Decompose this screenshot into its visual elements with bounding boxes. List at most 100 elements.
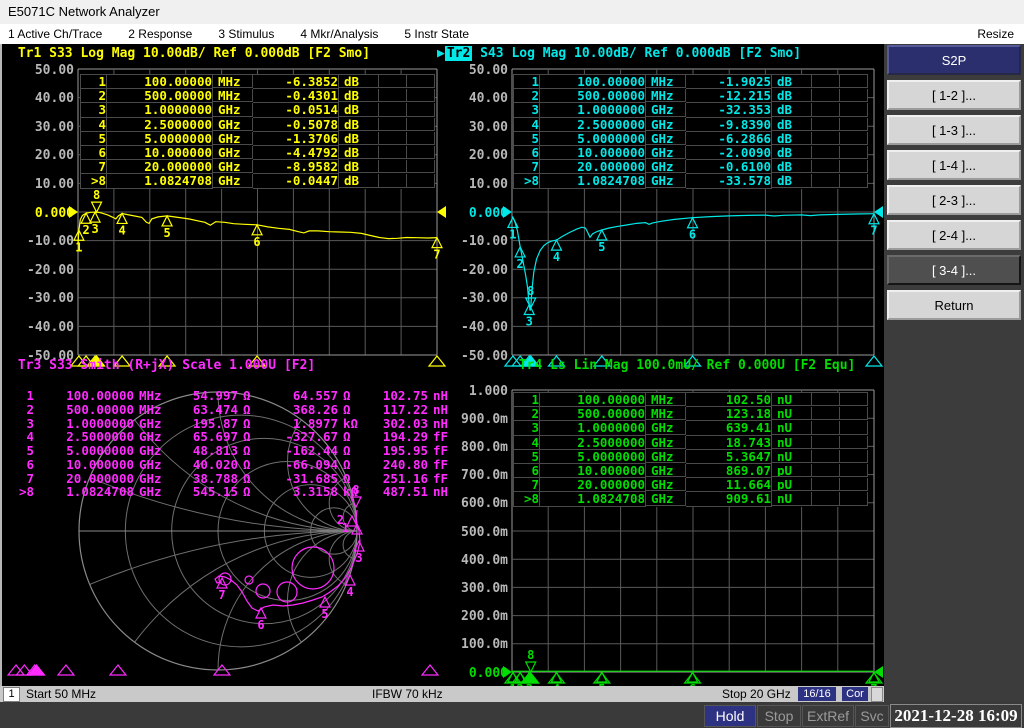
stimulus-marker[interactable] [420,664,440,676]
marker-table-cell: dB [772,131,812,145]
marker-6-label: 6 [253,235,260,249]
marker-table-cell: 64.557 [292,389,338,403]
status-bar: 1 Start 50 MHz IFBW 70 kHz Stop 20 GHz 1… [0,686,884,702]
marker-table-cell: 6 [514,145,540,161]
marker-table-cell: GHz [139,430,162,444]
marker-table-cell: dB [772,160,812,174]
marker-table-cell: 3 [514,421,540,436]
marker-table-cell: Ω [243,416,251,431]
svc-status-badge: Svc [855,705,889,727]
marker-table-cell: 123.18 [686,407,772,422]
marker-table-cell: -0.0447 [253,174,339,189]
stop-status-badge: Stop [757,705,801,727]
y-axis-label-tr4: 800.0m [461,439,508,455]
marker-table-cell: Ω [343,402,351,417]
trace-title-tr2[interactable]: ▶ Tr2 S43 Log Mag 10.00dB/ Ref 0.000dB [F… [437,46,801,61]
y-axis-label-tr4: 1.000 [468,383,508,399]
softkey-button-1-3[interactable]: [ 1-3 ]... [887,115,1021,145]
marker-table-cell: -2.0090 [686,145,772,161]
marker-table-cell: 5 [81,131,107,146]
stop-frequency-label: Stop 20 GHz [722,687,791,701]
menu-item-2[interactable]: 2 Response [128,27,192,41]
y-axis-label-tr1: 0.000 [34,205,74,221]
marker-table-cell: 5 [18,444,34,458]
menu-item-3[interactable]: 3 Stimulus [218,27,274,41]
marker-table-cell: GHz [139,416,162,431]
marker-table-cell: pU [772,478,812,492]
menu-item-5[interactable]: 5 Instr State [404,27,469,41]
marker-table-cell: 2.5000000 [107,117,213,132]
marker-table-cell: 2 [514,407,540,422]
marker-table-cell [812,393,840,407]
marker-table-cell: GHz [646,449,686,463]
marker-table-cell [812,174,840,188]
resize-button[interactable]: Resize [977,24,1014,44]
stimulus-marker[interactable] [56,664,76,676]
trace-title-tr1[interactable]: Tr1 S33 Log Mag 10.00dB/ Ref 0.000dB [F2… [10,46,370,61]
marker-table-cell [840,117,868,131]
marker-table-cell: dB [772,103,812,117]
marker-table-cell [379,75,407,89]
marker-3-label: 3 [526,315,533,329]
trace-format-tr4: Ls Lin Mag 100.0mU/ Ref 0.000U [F2 Equ] [542,358,856,373]
softkey-button-2-4[interactable]: [ 2-4 ]... [887,220,1021,250]
y-axis-label-tr2: 10.00 [468,176,508,192]
marker-table-cell [840,449,868,463]
marker-table-cell: Ω [243,444,251,458]
trace-title-tr3[interactable]: Tr3 S33 Smith (R+jX) Scale 1.000U [F2] [10,358,315,373]
stimulus-marker[interactable] [108,664,128,676]
marker-table-cell: 869.07 [686,463,772,479]
marker-table-cell: 5.0000000 [107,131,213,146]
softkey-button-2-3[interactable]: [ 2-3 ]... [887,185,1021,215]
marker-table-tr4: 1 100.00000 MHz 102.50 nU 2 500.00000 MHz 123.1… [513,392,868,507]
marker-table-cell: dB [772,145,812,160]
marker-4-label: 4 [118,223,125,237]
marker-table-cell: kΩ [343,485,358,499]
marker-table-cell [812,421,840,435]
marker-table-cell [840,407,868,421]
softkey-button-1-2[interactable]: [ 1-2 ]... [887,80,1021,110]
marker-table-cell: 3.3158 [292,485,338,499]
marker-table-cell: GHz [646,463,686,478]
marker-3-label: 3 [355,551,362,565]
marker-table-cell: MHz [646,393,686,407]
trace-title-tr4[interactable]: Tr4 Ls Lin Mag 100.0mU/ Ref 0.000U [F2 E… [511,358,856,373]
y-axis-label-tr1: -30.00 [27,291,74,307]
marker-table-cell: GHz [646,421,686,435]
marker-table-cell [812,492,840,506]
y-axis-label-tr4: 400.0m [461,552,508,568]
stimulus-marker[interactable] [864,355,884,367]
marker-table-cell: kΩ [343,416,358,431]
system-bar: Hold Stop ExtRef Svc 2021-12-28 16:09 [0,702,1024,728]
marker-table-cell: 240.80 [382,457,428,472]
marker-8-icon [524,661,537,674]
trace-loop-tr3 [291,546,335,590]
marker-table-cell [812,89,840,103]
y-axis-label-tr4: 600.0m [461,496,508,512]
stimulus-marker[interactable] [6,664,26,676]
menu-item-4[interactable]: 4 Mkr/Analysis [300,27,378,41]
marker-table-cell: 1.0000000 [540,103,646,118]
marker-table-cell: 6 [514,463,540,479]
softkey-button-1-4[interactable]: [ 1-4 ]... [887,150,1021,180]
marker-table-cell [840,393,868,407]
return-button[interactable]: Return [887,290,1021,320]
marker-table-cell: 100.00000 [540,393,646,408]
marker-table-cell [840,478,868,492]
marker-table-cell: GHz [139,471,162,486]
menu-item-1[interactable]: 1 Active Ch/Trace [8,27,102,41]
marker-table-cell: 5 [514,131,540,146]
marker-table-cell: 1.8977 [292,416,338,431]
marker-table-cell: MHz [646,89,686,103]
marker-table-cell: 3 [514,103,540,118]
marker-table-cell: nU [772,407,812,421]
marker-table-cell [840,492,868,506]
trace-format-tr3: S33 Smith (R+jX) Scale 1.000U [F2] [41,358,316,373]
trace-format-tr2: S43 Log Mag 10.00dB/ Ref 0.000dB [F2 Smo… [472,46,802,61]
marker-table-cell: 3 [18,416,34,431]
marker-table-cell: nU [772,393,812,407]
marker-table-cell: 10.000000 [107,145,213,161]
marker-table-cell [379,160,407,174]
trace-name-tr4: Tr4 [518,358,543,373]
softkey-button-3-4[interactable]: [ 3-4 ]... [887,255,1021,285]
